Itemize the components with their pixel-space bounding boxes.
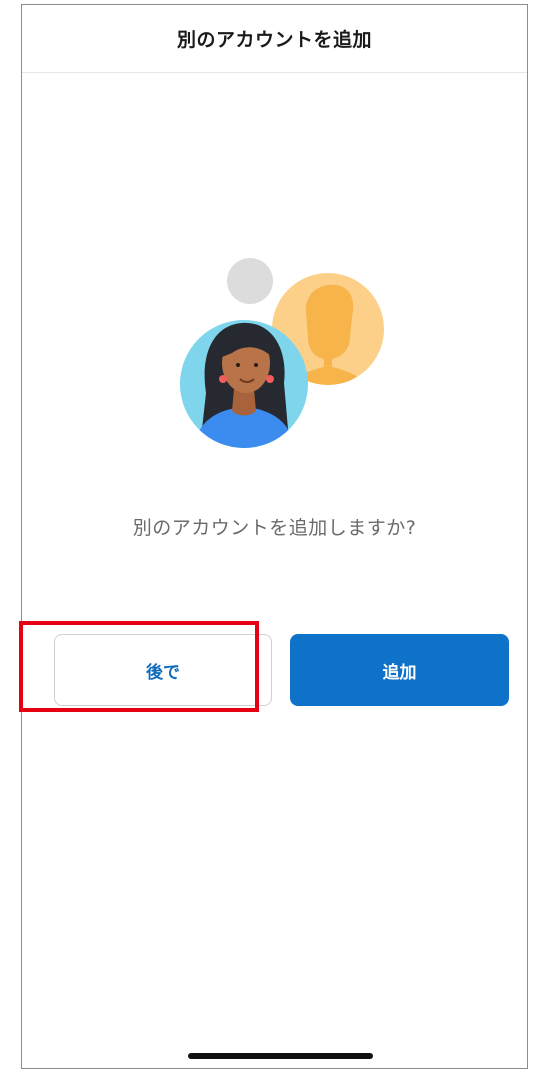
page-title: 別のアカウントを追加 <box>176 29 372 51</box>
add-account-prompt: 別のアカウントを追加しますか? <box>132 517 417 539</box>
people-illustration-icon <box>180 258 384 448</box>
add-button[interactable]: 追加 <box>290 634 509 706</box>
grey-dot <box>227 258 273 304</box>
people-illustration <box>180 253 386 449</box>
later-button[interactable]: 後で <box>54 634 272 706</box>
home-indicator[interactable] <box>188 1053 373 1059</box>
app-screen: 別のアカウントを追加 別のアカウントを追加しますか? 後で 追加 <box>21 4 528 1069</box>
header-bar: 別のアカウントを追加 <box>22 5 527 73</box>
